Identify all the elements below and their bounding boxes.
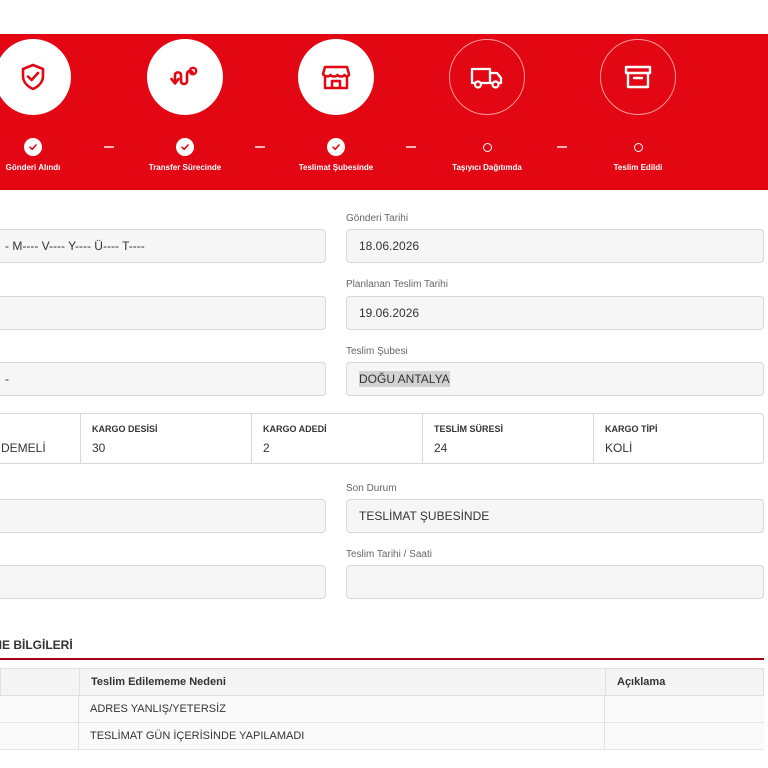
table-row: ADRES YANLIŞ/YETERSİZ — [0, 696, 764, 723]
step-pending-dot — [629, 138, 647, 156]
table-cell-description — [604, 696, 764, 722]
payment-value: DEMELİ — [1, 441, 46, 455]
planned-delivery-label: Planlanan Teslim Tarihi — [346, 279, 448, 290]
recipient-value: - M---- V---- Y---- Ü---- T---- — [5, 239, 145, 253]
left-field-2[interactable] — [0, 296, 326, 330]
duration-label: TESLİM SÜRESİ — [434, 424, 504, 434]
delivery-branch-field[interactable]: DOĞU ANTALYA — [346, 362, 764, 396]
shipment-date-field[interactable]: 18.06.2026 — [346, 229, 764, 263]
table-header-row: Teslim Edilememe Nedeni Açıklama — [0, 668, 764, 696]
check-icon — [332, 144, 340, 151]
step-icon-circle — [0, 39, 71, 115]
progress-step-transfer: Transfer Sürecinde — [115, 34, 255, 190]
shipment-date-label: Gönderi Tarihi — [346, 213, 409, 224]
table-header-cell — [1, 669, 79, 695]
step-icon-circle — [600, 39, 676, 115]
desi-label: KARGO DESİSİ — [92, 424, 158, 434]
step-icon-circle — [147, 39, 223, 115]
table-row: TESLİMAT GÜN İÇERİSİNDE YAPILAMADI — [0, 723, 764, 750]
table-header-description: Açıklama — [605, 669, 765, 695]
desi-value: 30 — [92, 441, 106, 455]
step-label: Transfer Sürecinde — [148, 163, 222, 172]
planned-delivery-field[interactable]: 19.06.2026 — [346, 296, 764, 330]
left-field-5[interactable] — [0, 565, 326, 599]
step-pending-dot — [478, 138, 496, 156]
shipment-date-value: 18.06.2026 — [359, 239, 420, 253]
progress-step-delivered: Teslim Edildi — [568, 34, 708, 190]
table-cell-description — [604, 723, 764, 749]
step-connector — [557, 146, 567, 148]
payment-cell: DEMELİ — [0, 414, 80, 463]
type-value: KOLİ — [605, 441, 633, 455]
check-icon — [29, 144, 37, 151]
type-label: KARGO TİPİ — [605, 424, 658, 434]
progress-step-branch: Teslimat Şubesinde — [266, 34, 406, 190]
step-label: Teslim Edildi — [613, 163, 663, 172]
type-cell: KARGO TİPİ KOLİ — [593, 414, 763, 463]
duration-cell: TESLİM SÜRESİ 24 — [422, 414, 593, 463]
step-done-check — [327, 138, 345, 156]
step-label: Gönderi Alındı — [5, 163, 61, 172]
check-icon — [181, 144, 189, 151]
duration-value: 24 — [434, 441, 448, 455]
archive-box-icon — [624, 65, 652, 89]
shield-check-icon — [21, 63, 45, 91]
store-icon — [321, 65, 351, 90]
step-icon-circle — [449, 39, 525, 115]
table-cell — [0, 696, 78, 722]
progress-step-received: Gönderi Alındı — [0, 34, 103, 190]
route-icon — [170, 66, 198, 86]
last-status-label: Son Durum — [346, 483, 397, 494]
progress-step-courier: Taşıyıcı Dağıtımda — [417, 34, 557, 190]
section-divider — [0, 658, 764, 660]
left-field-3-value: - — [5, 372, 9, 386]
count-value: 2 — [263, 441, 270, 455]
step-done-check — [176, 138, 194, 156]
step-label: Teslimat Şubesinde — [298, 163, 374, 172]
table-header-reason: Teslim Edilememe Nedeni — [79, 669, 605, 695]
step-connector — [104, 146, 114, 148]
step-connector — [406, 146, 416, 148]
table-cell-reason: TESLİMAT GÜN İÇERİSİNDE YAPILAMADI — [78, 723, 604, 749]
shipment-progress-band: Gönderi Alındı Transfer Sürecinde Teslim… — [0, 34, 768, 190]
desi-cell: KARGO DESİSİ 30 — [80, 414, 251, 463]
count-cell: KARGO ADEDİ 2 — [251, 414, 422, 463]
count-label: KARGO ADEDİ — [263, 424, 327, 434]
planned-delivery-value: 19.06.2026 — [359, 306, 420, 320]
delivery-datetime-field[interactable] — [346, 565, 764, 599]
delivery-branch-value: DOĞU ANTALYA — [359, 371, 450, 387]
shipment-info-strip: DEMELİ KARGO DESİSİ 30 KARGO ADEDİ 2 TES… — [0, 413, 764, 464]
delivery-branch-label: Teslim Şubesi — [346, 346, 408, 357]
step-label: Taşıyıcı Dağıtımda — [452, 163, 522, 172]
step-connector — [255, 146, 265, 148]
table-cell — [0, 723, 78, 749]
last-status-field[interactable]: TESLİMAT ŞUBESİNDE — [346, 499, 764, 533]
recipient-field[interactable]: - M---- V---- Y---- Ü---- T---- — [0, 229, 326, 263]
left-field-4[interactable] — [0, 499, 326, 533]
last-status-value: TESLİMAT ŞUBESİNDE — [359, 509, 490, 523]
truck-icon — [470, 67, 503, 89]
table-cell-reason: ADRES YANLIŞ/YETERSİZ — [78, 696, 604, 722]
undelivered-section-title: ME BİLGİLERİ — [0, 638, 73, 652]
step-icon-circle — [298, 39, 374, 115]
delivery-datetime-label: Teslim Tarihi / Saati — [346, 549, 432, 560]
left-field-3[interactable]: - — [0, 362, 326, 396]
step-done-check — [24, 138, 42, 156]
